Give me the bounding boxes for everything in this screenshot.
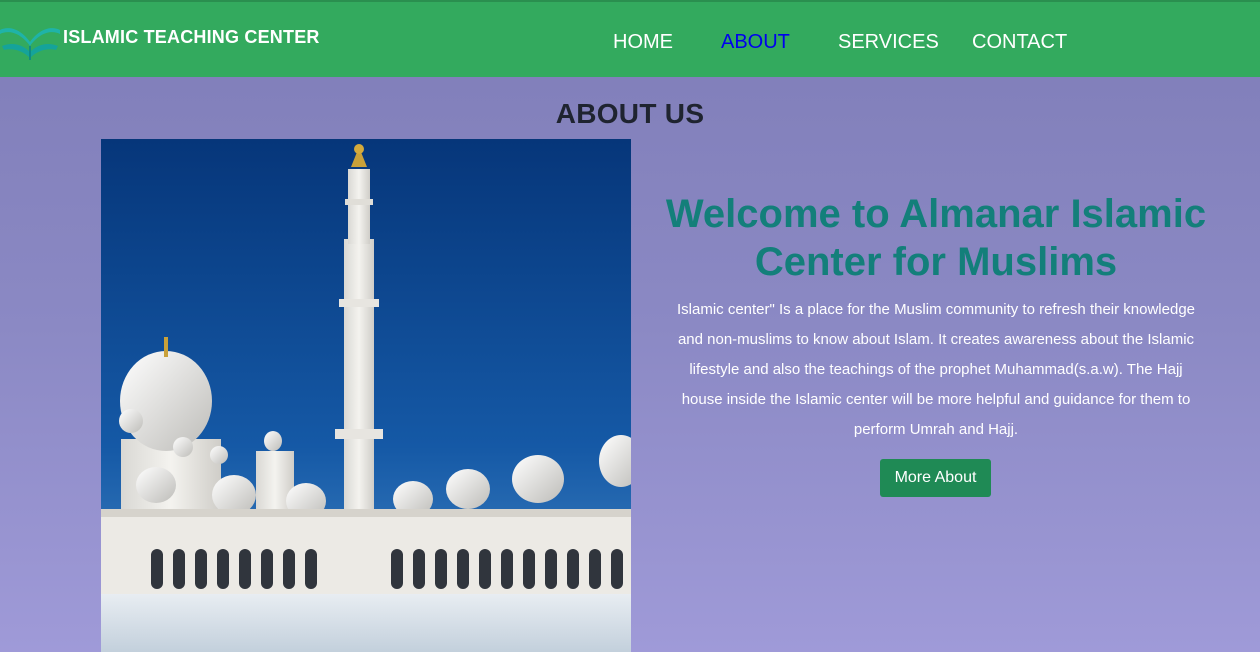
- mosque-photo: [101, 139, 631, 652]
- more-about-button[interactable]: More About: [880, 459, 991, 497]
- nav-link-about[interactable]: ABOUT: [721, 31, 790, 54]
- nav-link-home[interactable]: HOME: [613, 31, 673, 54]
- nav-link-services[interactable]: SERVICES: [838, 31, 939, 54]
- about-description: Islamic center" Is a place for the Musli…: [676, 301, 1196, 438]
- nav-link-contact[interactable]: CONTACT: [972, 31, 1067, 54]
- brand-name[interactable]: ISLAMIC TEACHING CENTER: [63, 27, 320, 48]
- navbar: ISLAMIC TEACHING CENTER HOME ABOUT SERVI…: [0, 0, 1260, 77]
- page-title: ABOUT US: [555, 98, 705, 129]
- quran-book-icon[interactable]: [0, 20, 60, 66]
- welcome-heading: Welcome to Almanar Islamic Center for Mu…: [665, 192, 1207, 284]
